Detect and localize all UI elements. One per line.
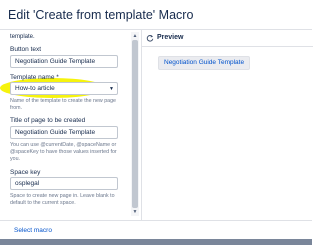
button-text-label: Button text (10, 46, 42, 53)
template-name-label: Template name * (10, 74, 59, 81)
scrollbar-thumb[interactable] (132, 40, 138, 208)
template-name-help: Name of the template to create the new p… (10, 98, 117, 111)
template-name-select[interactable]: How-to article ▼ (10, 82, 118, 95)
preview-panel: Preview Negotiation Guide Template (141, 30, 313, 220)
dialog-title: Edit 'Create from template' Macro (8, 8, 194, 22)
button-text-input[interactable]: Negotiation Guide Template (10, 55, 118, 68)
chevron-down-icon: ▼ (109, 86, 114, 92)
macro-parameters-panel: template. Button text Negotiation Guide … (0, 30, 141, 220)
scrolled-help-text: template. (10, 34, 35, 40)
template-name-selected-value: How-to article (15, 85, 55, 92)
bottom-bar (0, 239, 312, 245)
space-key-label: Space key (10, 169, 41, 176)
space-key-help: Space to create new page in. Leave blank… (10, 193, 115, 206)
scroll-down-icon[interactable]: ▼ (132, 209, 138, 215)
params-scrollbar[interactable]: ▲ ▼ (131, 32, 139, 216)
dialog-header: Edit 'Create from template' Macro (0, 0, 312, 30)
page-title-label: Title of page to be created (10, 117, 86, 124)
page-title-help: You can use @currentDate, @spaceName or … (10, 142, 117, 162)
space-key-input[interactable]: osplegal (10, 177, 118, 190)
dialog-footer: Select macro (0, 220, 312, 239)
scroll-up-icon[interactable]: ▲ (132, 33, 138, 39)
preview-label: Preview (157, 34, 184, 41)
preview-header: Preview (142, 30, 313, 47)
page-title-input[interactable]: Negotiation Guide Template (10, 126, 118, 139)
select-macro-link[interactable]: Select macro (14, 227, 52, 234)
create-from-template-preview-button[interactable]: Negotiation Guide Template (158, 56, 251, 70)
refresh-icon[interactable] (146, 34, 154, 42)
